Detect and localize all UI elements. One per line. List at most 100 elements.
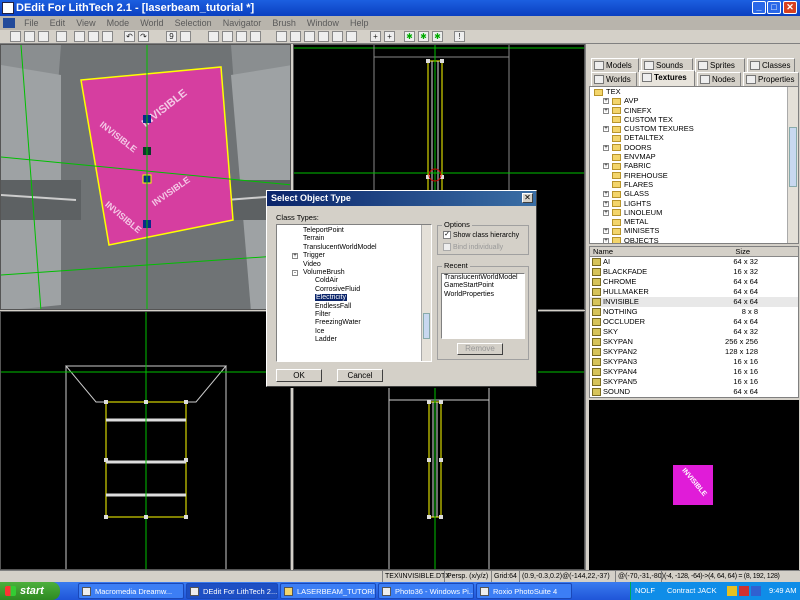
list-item[interactable]: SKYPAN3 16 x 16 xyxy=(590,357,798,367)
undo-icon[interactable]: ↶ xyxy=(124,31,135,42)
tray-app-icon[interactable] xyxy=(727,586,737,596)
recent-item[interactable]: GameStartPoint xyxy=(442,282,524,290)
tab-textures[interactable]: Textures xyxy=(639,70,695,86)
close-button[interactable]: ✕ xyxy=(783,1,797,14)
class-types-tree[interactable]: TeleportPoint Terrain TranslucentWorldMo… xyxy=(276,224,432,362)
viewport-perspective[interactable]: INVISIBLE INVISIBLE INVISIBLE INVISIBLE xyxy=(0,44,291,310)
menu-file[interactable]: File xyxy=(20,16,43,30)
tree-item[interactable]: + DOORS xyxy=(590,143,798,152)
tree-item[interactable]: FLARES xyxy=(590,180,798,189)
class-tree-item[interactable]: TeleportPoint xyxy=(277,227,431,235)
list-item[interactable]: SKYPAN5 16 x 16 xyxy=(590,377,798,387)
copy-icon[interactable] xyxy=(88,31,99,42)
tab-worlds[interactable]: Worlds xyxy=(591,72,637,86)
tree-item[interactable]: DETAILTEX xyxy=(590,133,798,142)
collapse-icon[interactable]: - xyxy=(292,269,298,276)
process-icon[interactable] xyxy=(56,31,67,42)
class-tree-item[interactable]: CorrosiveFluid xyxy=(277,286,431,294)
class-tree-item[interactable]: TranslucentWorldModel xyxy=(277,244,431,252)
class-tree-item[interactable]: - VolumeBrush xyxy=(277,269,431,277)
class-tree-item[interactable]: ColdAir xyxy=(277,277,431,285)
task-dreamweaver[interactable]: Macromedia Dreamw... xyxy=(78,583,184,599)
list-item[interactable]: NOTHING 8 x 8 xyxy=(590,307,798,317)
tree-item[interactable]: + CUSTOM TEXURES xyxy=(590,124,798,133)
tree-item[interactable]: + MINISETS xyxy=(590,226,798,235)
menu-mode[interactable]: Mode xyxy=(103,16,134,30)
class-tree-item[interactable]: Ladder xyxy=(277,336,431,344)
list-item[interactable]: SKYPAN2 128 x 128 xyxy=(590,347,798,357)
view-icon[interactable] xyxy=(180,31,191,42)
cancel-button[interactable]: Cancel xyxy=(337,369,383,382)
redo-icon[interactable]: ↷ xyxy=(138,31,149,42)
cut-icon[interactable] xyxy=(74,31,85,42)
new-icon[interactable] xyxy=(10,31,21,42)
tab-sprites[interactable]: Sprites xyxy=(695,58,745,72)
sphere-icon[interactable] xyxy=(318,31,329,42)
tree-item[interactable]: + LINOLEUM xyxy=(590,208,798,217)
tree-root[interactable]: TEX xyxy=(590,87,798,96)
rotate-icon[interactable]: ✱ xyxy=(418,31,429,42)
list-item[interactable]: SOUND 64 x 64 xyxy=(590,387,798,397)
expand-icon[interactable]: + xyxy=(292,253,298,260)
open-icon[interactable] xyxy=(24,31,35,42)
list-item[interactable]: BLACKFADE 16 x 32 xyxy=(590,267,798,277)
task-dedit[interactable]: DEdit For LithTech 2.... xyxy=(186,583,278,599)
tree-item[interactable]: ENVMAP xyxy=(590,152,798,161)
recent-item[interactable]: TranslucentWorldModel xyxy=(442,274,524,282)
texture-list[interactable]: Name Size AI 64 x 32 BLACKFADE 16 x 32 CHR… xyxy=(589,246,799,398)
tray-nolf[interactable]: NOLF xyxy=(635,582,655,600)
remove-button[interactable]: Remove xyxy=(457,343,503,355)
marker-icon[interactable]: ✱ xyxy=(404,31,415,42)
tree-item[interactable]: CUSTOM TEX xyxy=(590,115,798,124)
ok-button[interactable]: OK xyxy=(276,369,322,382)
maximize-button[interactable]: □ xyxy=(767,1,781,14)
viewport-front[interactable] xyxy=(0,311,291,570)
class-tree-item[interactable]: FreezingWater xyxy=(277,319,431,327)
menu-world[interactable]: World xyxy=(136,16,167,30)
start-button[interactable]: start xyxy=(0,582,60,600)
minimize-button[interactable]: _ xyxy=(752,1,766,14)
pyramid-icon[interactable] xyxy=(304,31,315,42)
menu-selection[interactable]: Selection xyxy=(171,16,216,30)
pivot-icon[interactable]: ✱ xyxy=(432,31,443,42)
texture-folder-tree[interactable]: TEX + AVP + CINEFX CUSTOM TEX + CUSTOM TEXU… xyxy=(589,86,799,244)
class-tree-item[interactable]: Filter xyxy=(277,311,431,319)
dialog-close-button[interactable]: ✕ xyxy=(522,193,533,203)
list-item[interactable]: CHROME 64 x 64 xyxy=(590,277,798,287)
tree-item[interactable]: + AVP xyxy=(590,96,798,105)
light-icon[interactable]: ! xyxy=(454,31,465,42)
task-photo-viewer[interactable]: Photo36 - Windows Pi... xyxy=(378,583,474,599)
list-item[interactable]: SKYPAN4 16 x 16 xyxy=(590,367,798,377)
object-mode-icon[interactable] xyxy=(250,31,261,42)
show-hierarchy-checkbox[interactable]: ✓ xyxy=(443,231,451,239)
tray-network-icon[interactable] xyxy=(751,586,761,596)
recent-item[interactable]: WorldProperties xyxy=(442,291,524,299)
class-tree-item[interactable]: EndlessFall xyxy=(277,303,431,311)
save-icon[interactable] xyxy=(38,31,49,42)
cylinder-icon[interactable] xyxy=(290,31,301,42)
list-item[interactable]: SKY 64 x 32 xyxy=(590,327,798,337)
recent-list[interactable]: TranslucentWorldModel GameStartPoint Wor… xyxy=(441,273,525,339)
box-icon[interactable] xyxy=(276,31,287,42)
menu-window[interactable]: Window xyxy=(303,16,343,30)
tree-item[interactable]: + FABRIC xyxy=(590,161,798,170)
class-tree-item[interactable]: Terrain xyxy=(277,235,431,243)
primitive-icon[interactable] xyxy=(346,31,357,42)
menu-edit[interactable]: Edit xyxy=(46,16,70,30)
move-icon[interactable]: + xyxy=(384,31,395,42)
list-item[interactable]: SKYPAN 256 x 256 xyxy=(590,337,798,347)
tree-scroll-thumb[interactable] xyxy=(789,127,797,187)
list-item[interactable]: OCCLUDER 64 x 64 xyxy=(590,317,798,327)
task-photosuite[interactable]: Roxio PhotoSuite 4 xyxy=(476,583,572,599)
class-tree-scrollbar[interactable] xyxy=(421,225,431,361)
center-icon[interactable]: + xyxy=(370,31,381,42)
tab-nodes[interactable]: Nodes xyxy=(697,72,741,86)
show-hierarchy-row[interactable]: ✓ Show class hierarchy xyxy=(443,231,519,239)
tree-item[interactable]: FIREHOUSE xyxy=(590,171,798,180)
tray-alert-icon[interactable] xyxy=(739,586,749,596)
menu-brush[interactable]: Brush xyxy=(268,16,300,30)
tree-scrollbar[interactable] xyxy=(787,87,798,243)
tab-properties[interactable]: Properties xyxy=(743,72,799,86)
class-tree-item[interactable]: + Trigger xyxy=(277,252,431,260)
class-tree-scroll-thumb[interactable] xyxy=(423,313,430,339)
